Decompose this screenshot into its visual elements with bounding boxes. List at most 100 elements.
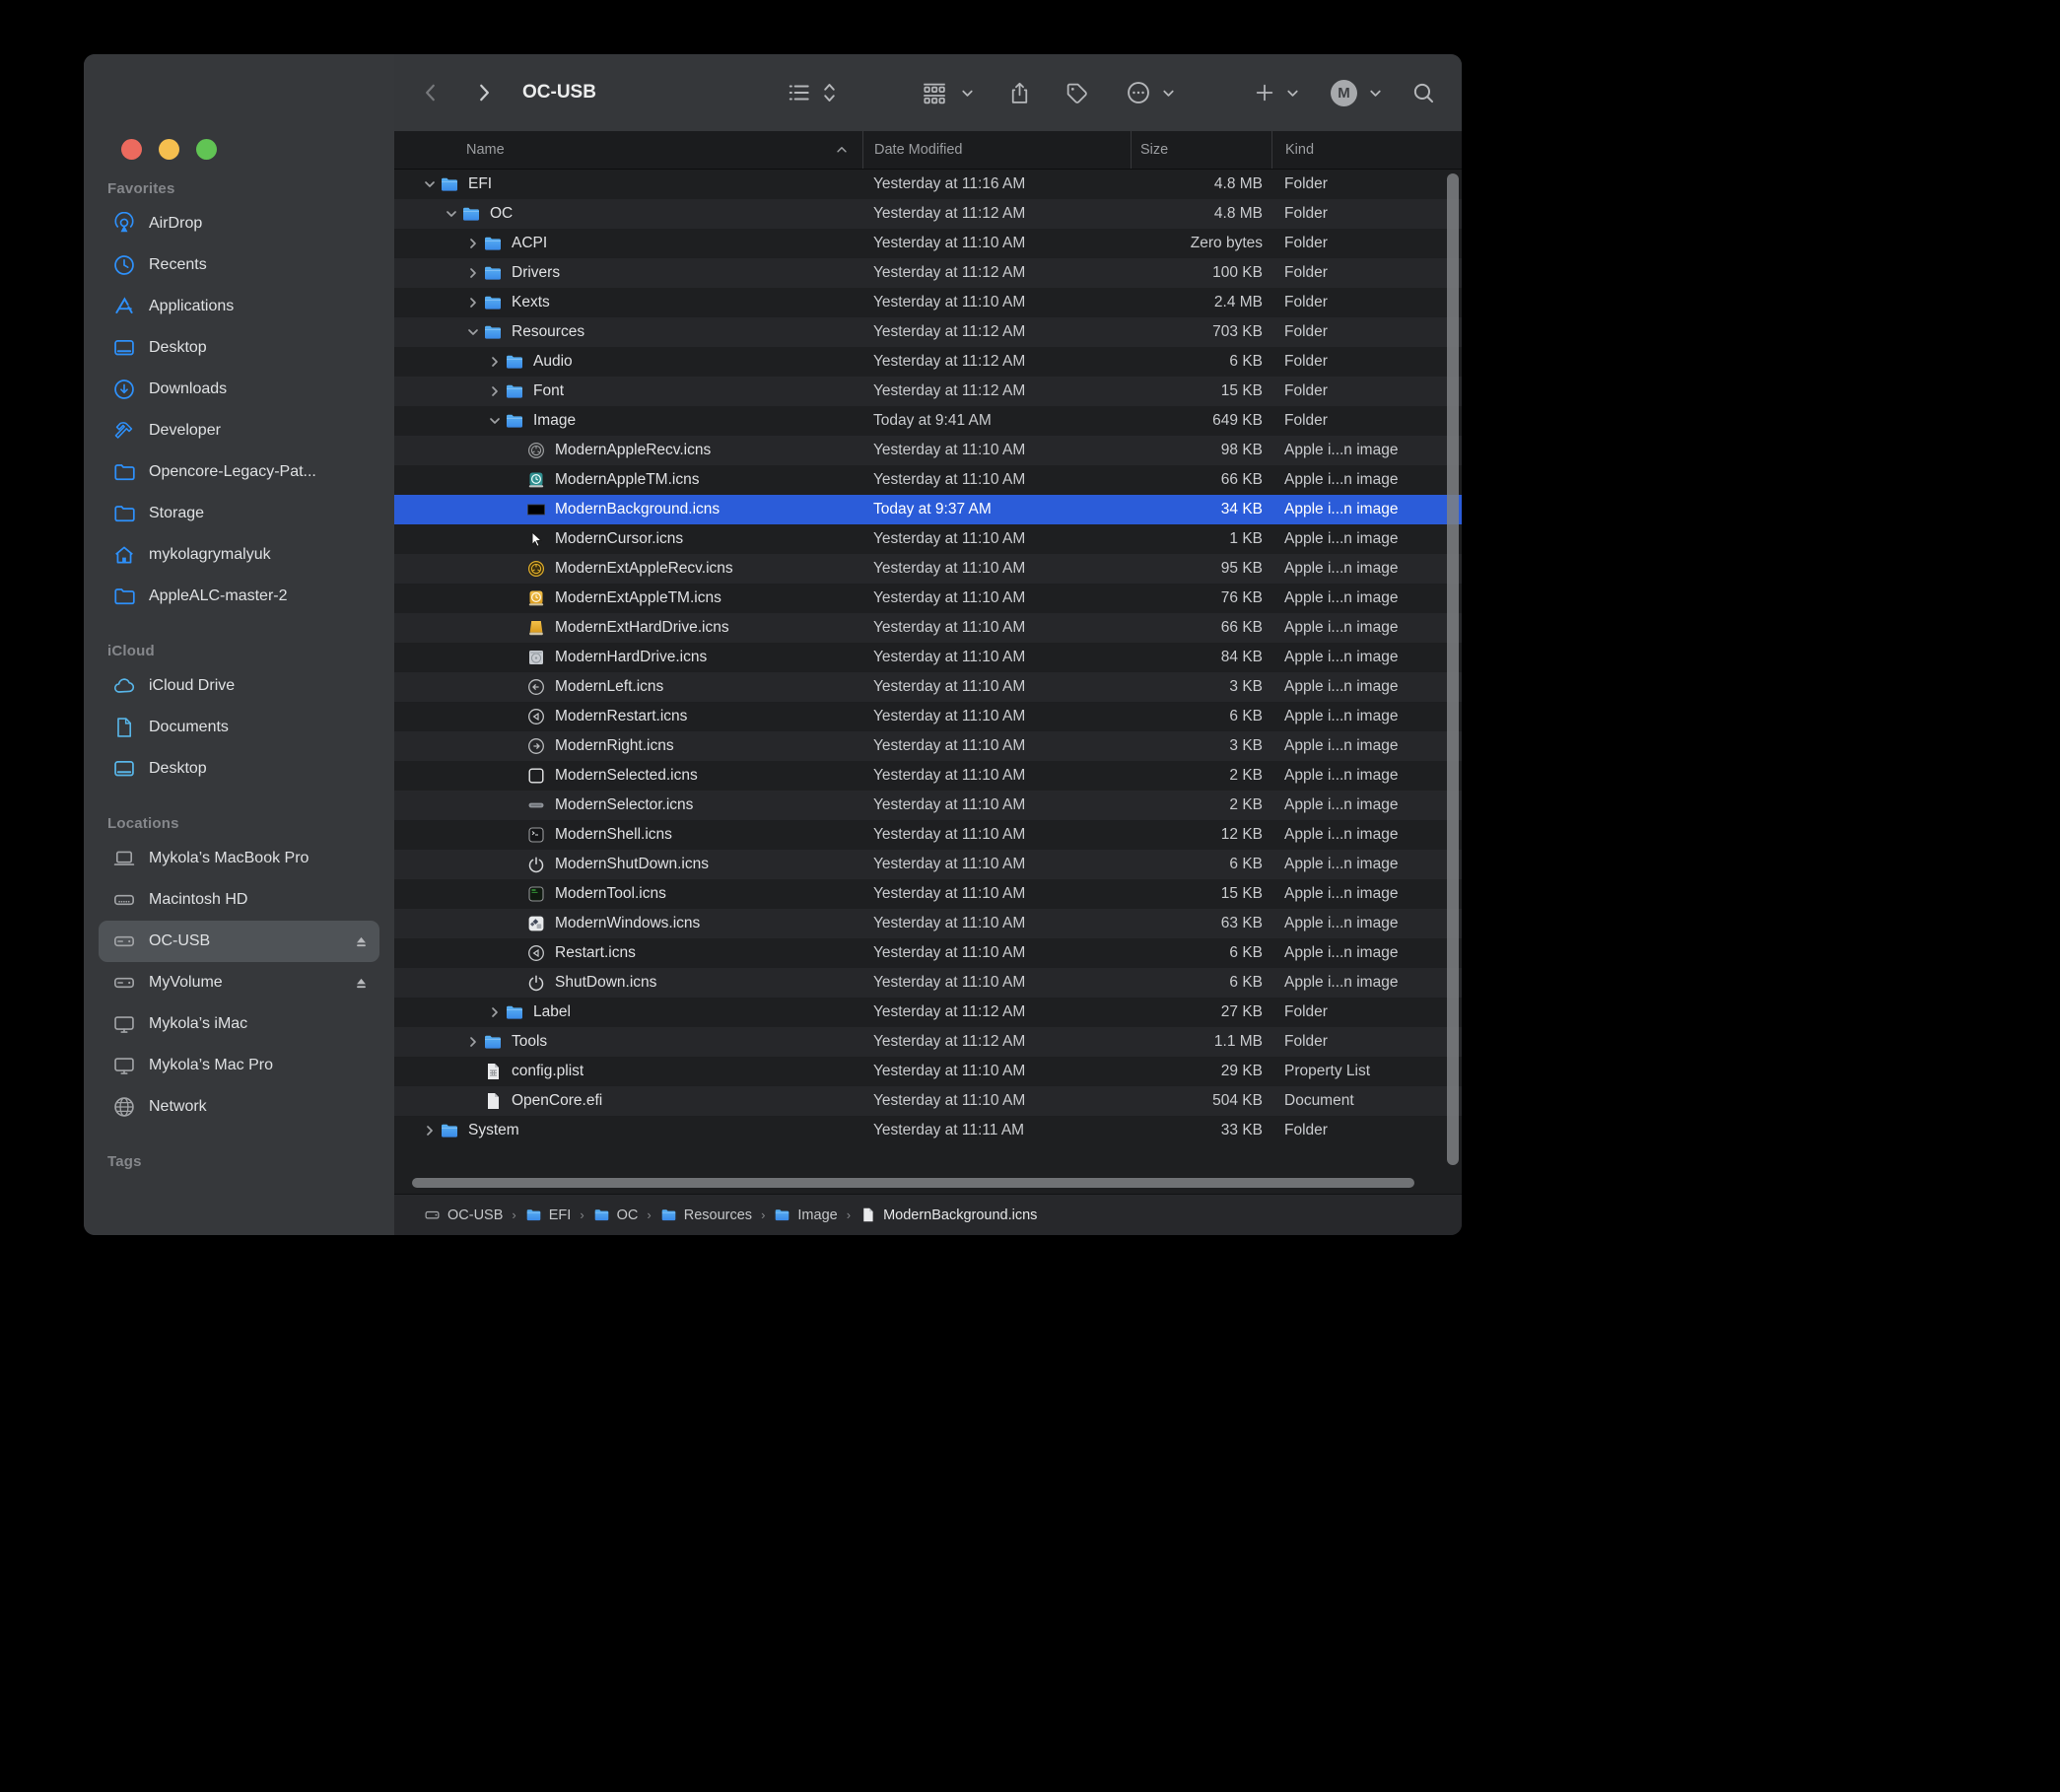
file-row-modernshutdown-icns[interactable]: ModernShutDown.icnsYesterday at 11:10 AM…: [394, 850, 1462, 879]
close-button[interactable]: [121, 139, 142, 160]
tag-button[interactable]: [1064, 54, 1089, 131]
minimize-button[interactable]: [159, 139, 179, 160]
file-row-moderncursor-icns[interactable]: ModernCursor.icnsYesterday at 11:10 AM1 …: [394, 524, 1462, 554]
disclosure-open-icon[interactable]: [421, 178, 438, 190]
new-item-chevron-icon[interactable]: [1285, 54, 1300, 131]
path-item-oc-usb[interactable]: OC-USB: [424, 1206, 503, 1223]
column-size[interactable]: Size: [1131, 131, 1271, 169]
disclosure-open-icon[interactable]: [464, 326, 481, 338]
file-row-shutdown-icns[interactable]: ShutDown.icnsYesterday at 11:10 AM6 KBAp…: [394, 968, 1462, 998]
avatar-chevron-icon[interactable]: [1368, 54, 1383, 131]
avatar[interactable]: M: [1331, 54, 1357, 131]
path-item-modernbackground-icns[interactable]: ModernBackground.icns: [859, 1206, 1037, 1223]
file-row-modernleft-icns[interactable]: ModernLeft.icnsYesterday at 11:10 AM3 KB…: [394, 672, 1462, 702]
sidebar-item-mykolagrymalyuk[interactable]: mykolagrymalyuk: [99, 534, 379, 576]
sidebar-item-mykola-s-macbook-pro[interactable]: Mykola’s MacBook Pro: [99, 838, 379, 879]
horizontal-scrollbar[interactable]: [412, 1178, 1414, 1188]
cell-date: Yesterday at 11:10 AM: [862, 1063, 1131, 1080]
zoom-button[interactable]: [196, 139, 217, 160]
file-row-modernextappletm-icns[interactable]: ModernExtAppleTM.icnsYesterday at 11:10 …: [394, 584, 1462, 613]
file-row-modernbackground-icns[interactable]: ModernBackground.icnsToday at 9:37 AM34 …: [394, 495, 1462, 524]
view-sort-control[interactable]: [822, 54, 837, 131]
file-row-modernselector-icns[interactable]: ModernSelector.icnsYesterday at 11:10 AM…: [394, 791, 1462, 820]
disclosure-open-icon[interactable]: [443, 208, 459, 220]
file-row-modernharddrive-icns[interactable]: ModernHardDrive.icnsYesterday at 11:10 A…: [394, 643, 1462, 672]
sidebar-item-mykola-s-mac-pro[interactable]: Mykola’s Mac Pro: [99, 1045, 379, 1086]
file-row-image[interactable]: ImageToday at 9:41 AM649 KBFolder: [394, 406, 1462, 436]
disclosure-closed-icon[interactable]: [421, 1125, 438, 1137]
new-item-button[interactable]: [1254, 54, 1275, 131]
file-row-system[interactable]: SystemYesterday at 11:11 AM33 KBFolder: [394, 1116, 1462, 1145]
file-row-moderntool-icns[interactable]: ModernTool.icnsYesterday at 11:10 AM15 K…: [394, 879, 1462, 909]
file-row-modernright-icns[interactable]: ModernRight.icnsYesterday at 11:10 AM3 K…: [394, 731, 1462, 761]
vertical-scrollbar[interactable]: [1447, 173, 1459, 1165]
column-date-modified[interactable]: Date Modified: [862, 131, 1131, 169]
file-row-modernextapplerecv-icns[interactable]: ModernExtAppleRecv.icnsYesterday at 11:1…: [394, 554, 1462, 584]
file-row-modernshell-icns[interactable]: ModernShell.icnsYesterday at 11:10 AM12 …: [394, 820, 1462, 850]
back-button[interactable]: [420, 54, 442, 131]
disclosure-closed-icon[interactable]: [486, 356, 503, 368]
sidebar-item-desktop[interactable]: Desktop: [99, 748, 379, 790]
file-row-tools[interactable]: ToolsYesterday at 11:12 AM1.1 MBFolder: [394, 1027, 1462, 1057]
file-row-efi[interactable]: EFIYesterday at 11:16 AM4.8 MBFolder: [394, 170, 1462, 199]
disclosure-open-icon[interactable]: [486, 415, 503, 427]
file-row-modernrestart-icns[interactable]: ModernRestart.icnsYesterday at 11:10 AM6…: [394, 702, 1462, 731]
file-row-config-plist[interactable]: config.plistYesterday at 11:10 AM29 KBPr…: [394, 1057, 1462, 1086]
group-chevron-icon[interactable]: [960, 54, 975, 131]
sidebar-item-downloads[interactable]: Downloads: [99, 369, 379, 410]
more-chevron-icon[interactable]: [1161, 54, 1176, 131]
file-name: OpenCore.efi: [512, 1092, 602, 1110]
path-item-oc[interactable]: OC: [593, 1206, 639, 1223]
search-button[interactable]: [1411, 54, 1436, 131]
file-row-resources[interactable]: ResourcesYesterday at 11:12 AM703 KBFold…: [394, 317, 1462, 347]
sidebar-item-opencore-legacy-pat[interactable]: Opencore-Legacy-Pat...: [99, 451, 379, 493]
disclosure-closed-icon[interactable]: [464, 1036, 481, 1048]
sidebar-item-oc-usb[interactable]: OC-USB: [99, 921, 379, 962]
more-actions-button[interactable]: [1126, 54, 1151, 131]
sidebar-item-icloud-drive[interactable]: iCloud Drive: [99, 665, 379, 707]
path-item-image[interactable]: Image: [774, 1206, 837, 1223]
disclosure-closed-icon[interactable]: [464, 297, 481, 309]
file-row-modernappletm-icns[interactable]: ModernAppleTM.icnsYesterday at 11:10 AM6…: [394, 465, 1462, 495]
view-list-button[interactable]: [787, 54, 812, 131]
sidebar-item-airdrop[interactable]: AirDrop: [99, 203, 379, 244]
file-row-kexts[interactable]: KextsYesterday at 11:10 AM2.4 MBFolder: [394, 288, 1462, 317]
sidebar-item-documents[interactable]: Documents: [99, 707, 379, 748]
disclosure-closed-icon[interactable]: [464, 267, 481, 279]
disclosure-closed-icon[interactable]: [464, 238, 481, 249]
group-button[interactable]: [921, 54, 948, 131]
sidebar-item-desktop[interactable]: Desktop: [99, 327, 379, 369]
file-row-font[interactable]: FontYesterday at 11:12 AM15 KBFolder: [394, 377, 1462, 406]
sidebar-item-recents[interactable]: Recents: [99, 244, 379, 286]
forward-button[interactable]: [473, 54, 495, 131]
file-row-oc[interactable]: OCYesterday at 11:12 AM4.8 MBFolder: [394, 199, 1462, 229]
sidebar-item-storage[interactable]: Storage: [99, 493, 379, 534]
disclosure-closed-icon[interactable]: [486, 1006, 503, 1018]
file-row-modernapplerecv-icns[interactable]: ModernAppleRecv.icnsYesterday at 11:10 A…: [394, 436, 1462, 465]
file-row-audio[interactable]: AudioYesterday at 11:12 AM6 KBFolder: [394, 347, 1462, 377]
sidebar-item-myvolume[interactable]: MyVolume: [99, 962, 379, 1003]
path-item-resources[interactable]: Resources: [660, 1206, 752, 1223]
eject-icon[interactable]: [353, 975, 370, 992]
eject-icon[interactable]: [353, 933, 370, 950]
share-button[interactable]: [1007, 54, 1032, 131]
sidebar-item-developer[interactable]: Developer: [99, 410, 379, 451]
sidebar-item-macintosh-hd[interactable]: Macintosh HD: [99, 879, 379, 921]
path-item-efi[interactable]: EFI: [525, 1206, 572, 1223]
file-row-acpi[interactable]: ACPIYesterday at 11:10 AMZero bytesFolde…: [394, 229, 1462, 258]
sidebar-item-mykola-s-imac[interactable]: Mykola’s iMac: [99, 1003, 379, 1045]
column-name[interactable]: Name: [394, 131, 862, 169]
column-kind[interactable]: Kind: [1271, 131, 1462, 169]
file-row-drivers[interactable]: DriversYesterday at 11:12 AM100 KBFolder: [394, 258, 1462, 288]
file-row-modernextharddrive-icns[interactable]: ModernExtHardDrive.icnsYesterday at 11:1…: [394, 613, 1462, 643]
file-row-restart-icns[interactable]: Restart.icnsYesterday at 11:10 AM6 KBApp…: [394, 938, 1462, 968]
file-row-label[interactable]: LabelYesterday at 11:12 AM27 KBFolder: [394, 998, 1462, 1027]
file-row-modernwindows-icns[interactable]: ModernWindows.icnsYesterday at 11:10 AM6…: [394, 909, 1462, 938]
sidebar-item-applealc-master-2[interactable]: AppleALC-master-2: [99, 576, 379, 617]
file-row-opencore-efi[interactable]: OpenCore.efiYesterday at 11:10 AM504 KBD…: [394, 1086, 1462, 1116]
toolbar: OC-USB M: [394, 54, 1462, 131]
disclosure-closed-icon[interactable]: [486, 385, 503, 397]
sidebar-item-network[interactable]: Network: [99, 1086, 379, 1128]
file-row-modernselected-icns[interactable]: ModernSelected.icnsYesterday at 11:10 AM…: [394, 761, 1462, 791]
sidebar-item-applications[interactable]: Applications: [99, 286, 379, 327]
